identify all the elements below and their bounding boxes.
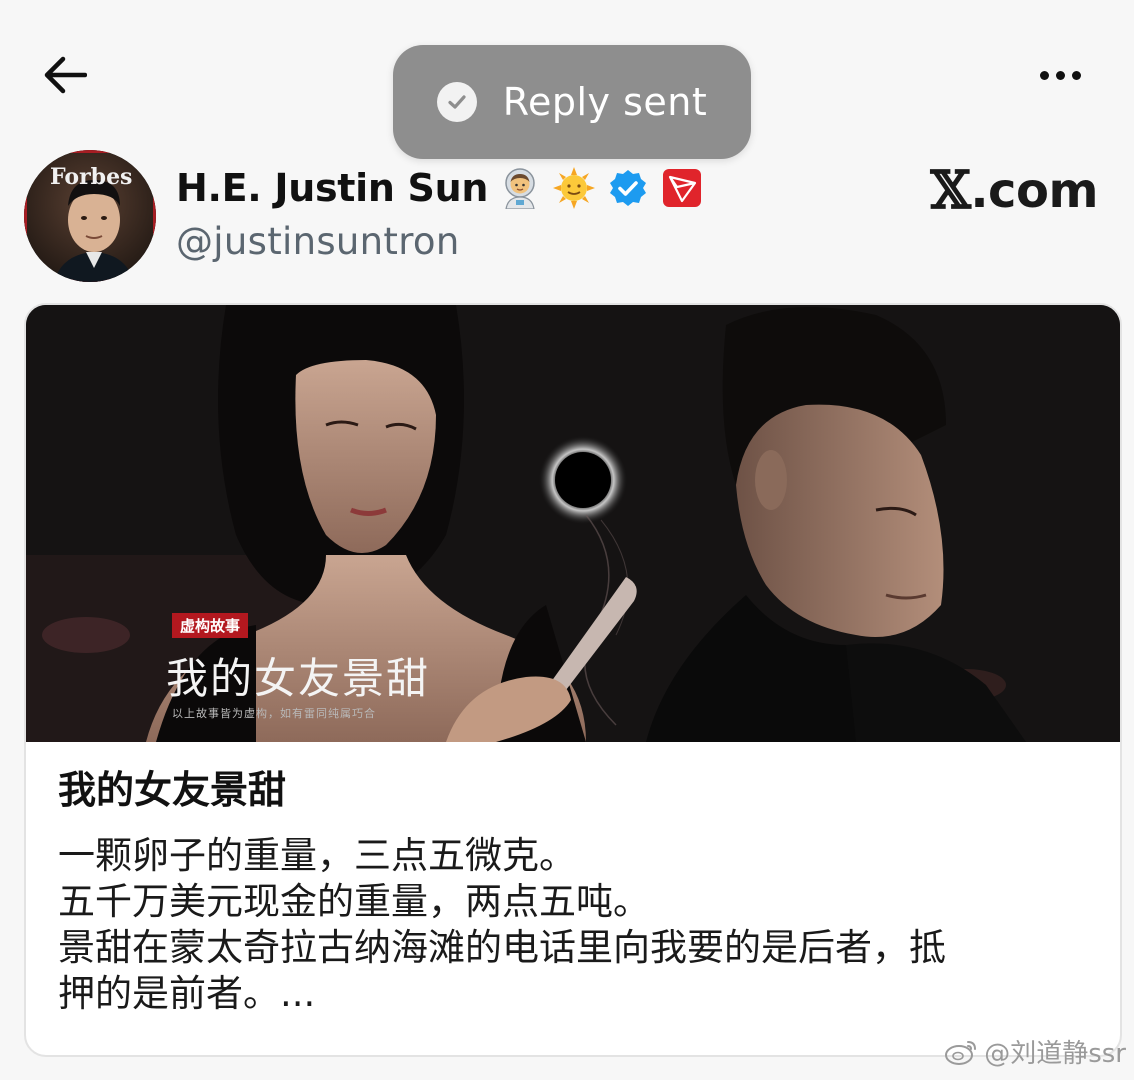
x-com-logo: 𝕏 .com	[930, 160, 1098, 221]
more-button[interactable]	[1030, 58, 1090, 92]
tweet-screen: Reply sent Forbes H.E. Justin Sun @justi…	[0, 0, 1134, 1080]
reply-sent-toast: Reply sent	[393, 45, 751, 159]
card-title[interactable]: 我的女友景甜	[58, 761, 1088, 819]
back-arrow-icon	[44, 56, 87, 94]
sun-emoji-icon	[552, 166, 596, 210]
tron-logo-icon[interactable]	[660, 166, 704, 210]
card-body-line: 一颗卵子的重量，三点五微克。	[58, 834, 576, 877]
card-body: 一颗卵子的重量，三点五微克。 五千万美元现金的重量，两点五吨。 景甜在蒙太奇拉古…	[58, 833, 1088, 1017]
x-logo-icon: 𝕏	[930, 160, 971, 221]
poster-tag: 虚构故事	[172, 613, 249, 638]
weibo-watermark: @刘道静ssr	[944, 1033, 1126, 1070]
verified-badge-icon[interactable]	[606, 166, 650, 210]
link-card[interactable]: 虚构故事 我的女友景甜 以上故事皆为虚构，如有雷同纯属巧合 我的女友景甜 一颗卵…	[24, 303, 1122, 1057]
weibo-icon	[945, 1040, 977, 1065]
poster-disclaimer: 以上故事皆为虚构，如有雷同纯属巧合	[172, 707, 376, 720]
poster-title: 我的女友景甜	[166, 654, 431, 703]
display-name[interactable]: H.E. Justin Sun	[176, 166, 488, 210]
watermark-text: @刘道静ssr	[984, 1039, 1126, 1069]
avatar[interactable]: Forbes	[24, 150, 156, 282]
more-icon	[1039, 70, 1049, 80]
back-button[interactable]	[38, 52, 90, 98]
avatar-image: Forbes	[24, 150, 156, 282]
author-name-row[interactable]: H.E. Justin Sun	[176, 162, 704, 214]
more-icon-dot	[1055, 70, 1065, 80]
card-body-line: 五千万美元现金的重量，两点五吨。	[58, 880, 650, 923]
astronaut-emoji-icon	[498, 166, 542, 210]
brand-suffix: .com	[970, 162, 1098, 219]
card-text: 我的女友景甜 一颗卵子的重量，三点五微克。 五千万美元现金的重量，两点五吨。 景…	[58, 761, 1088, 1017]
check-icon	[436, 82, 477, 122]
card-poster-image[interactable]: 虚构故事 我的女友景甜 以上故事皆为虚构，如有雷同纯属巧合	[26, 305, 1120, 742]
card-body-line: 押的是前者。...	[58, 972, 316, 1015]
forbes-cover-text: Forbes	[50, 164, 132, 190]
toast-text: Reply sent	[502, 80, 708, 124]
author-handle[interactable]: @justinsuntron	[176, 220, 460, 263]
card-body-line: 景甜在蒙太奇拉古纳海滩的电话里向我要的是后者，抵	[58, 926, 946, 969]
more-icon-dot	[1071, 70, 1081, 80]
